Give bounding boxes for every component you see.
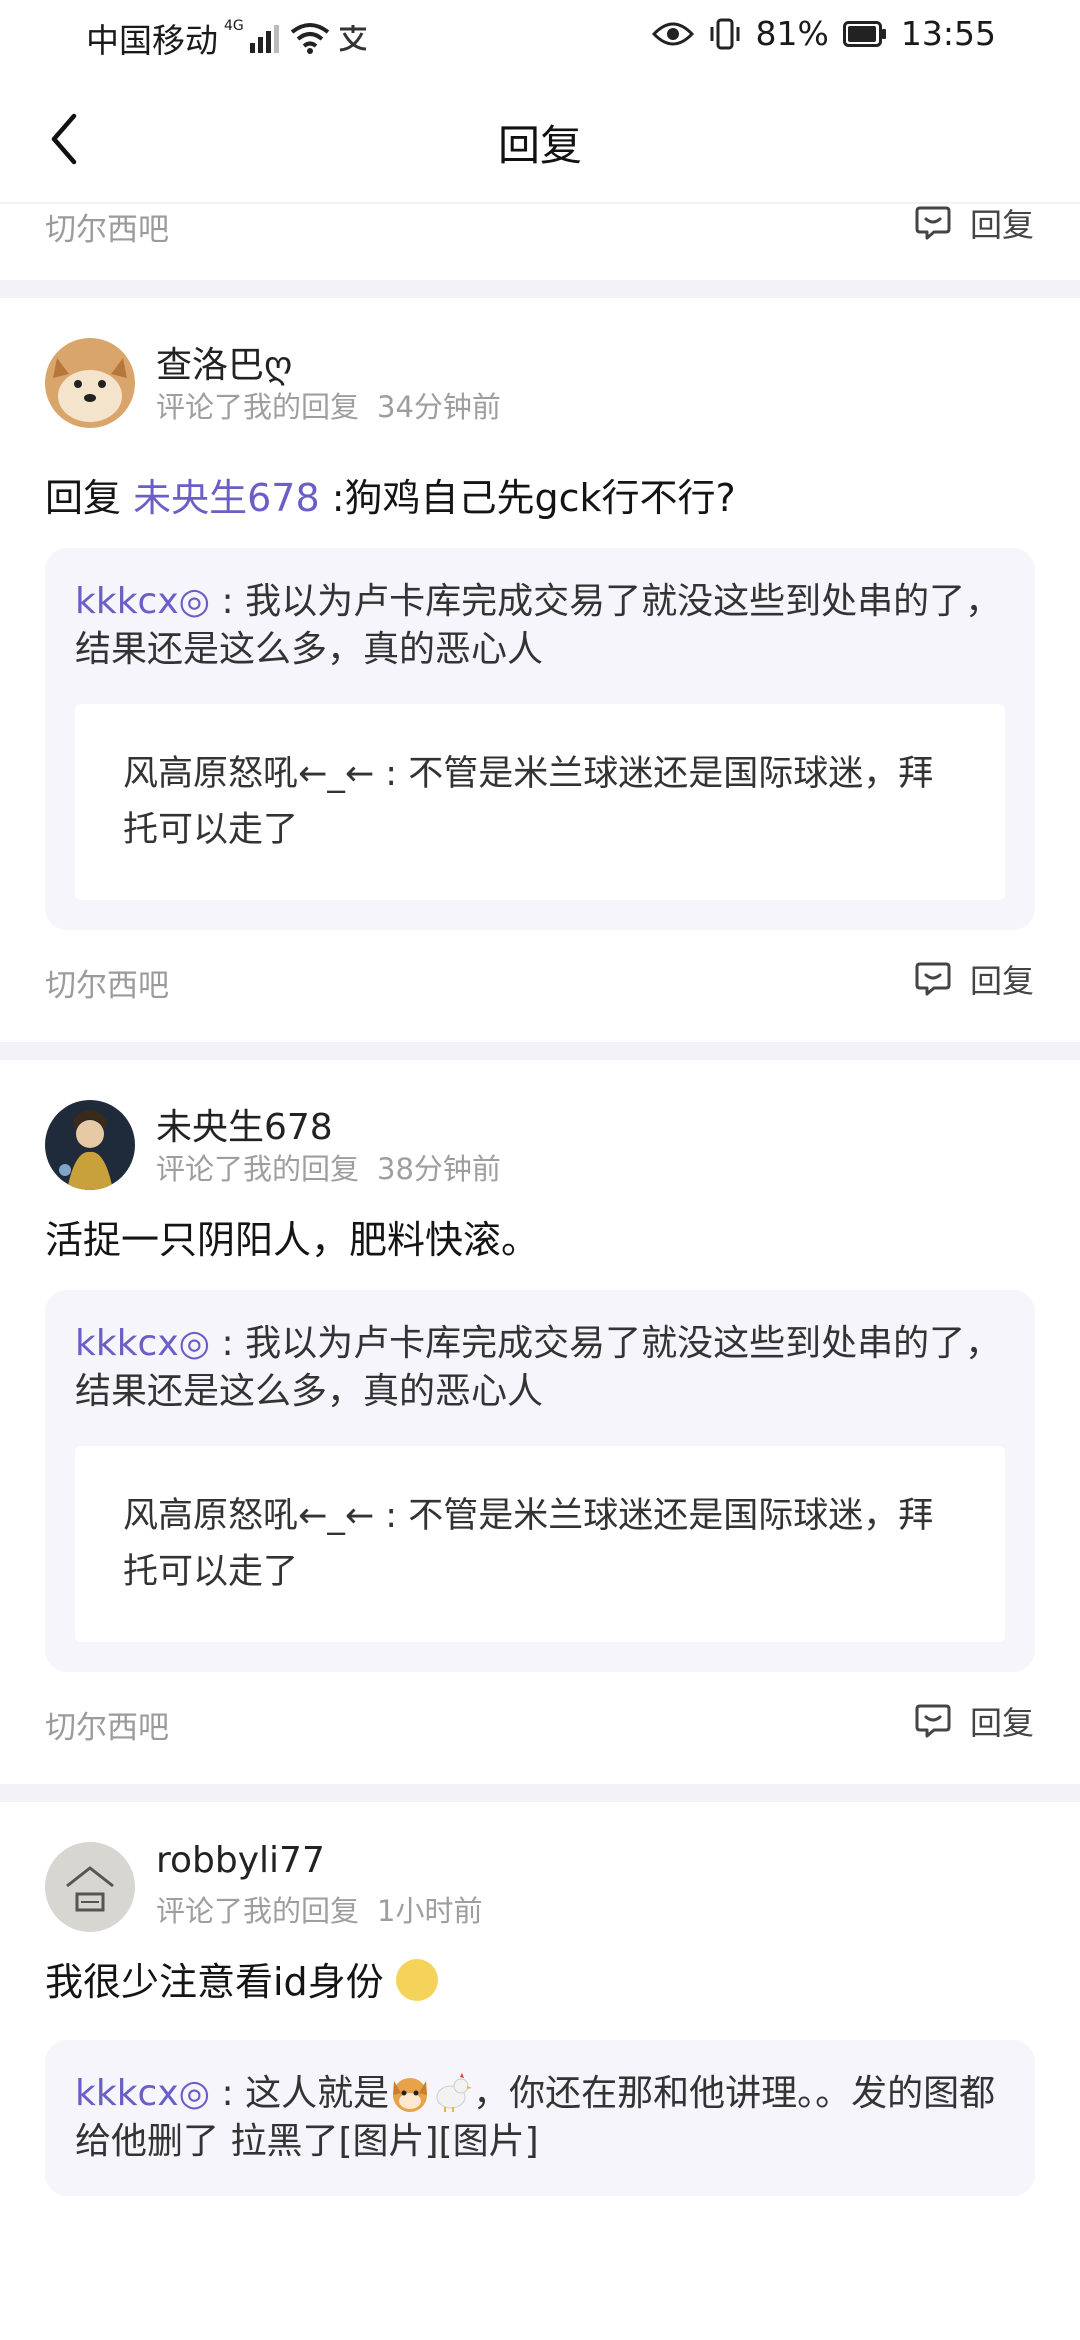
forum-link[interactable]: 切尔西吧: [45, 1702, 169, 1747]
post-footer: 切尔西吧 回复: [0, 930, 1080, 1042]
post-meta: 评论了我的回复 1小时前: [156, 1888, 482, 1930]
divider: [0, 1784, 1080, 1802]
timestamp: 38分钟前: [377, 1152, 501, 1186]
dog-emoji-icon: [393, 2078, 428, 2112]
nav-bar: 回复: [0, 74, 1080, 204]
battery-percent: 81%: [755, 14, 829, 53]
reply-item[interactable]: robbyli77 评论了我的回复 1小时前 我很少注意看id身份 kkkcx◎…: [0, 1802, 1080, 2196]
reply-item[interactable]: 未央生678 评论了我的回复 38分钟前 活捉一只阴阳人，肥料快滚。 kkkcx…: [0, 1060, 1080, 1784]
divider: [0, 1042, 1080, 1060]
avatar[interactable]: [45, 1100, 135, 1190]
username[interactable]: robbyli77: [156, 1840, 325, 1881]
reply-label: 回复: [969, 206, 1034, 244]
action-text: 评论了我的回复: [156, 1894, 360, 1928]
quoted-text: : 我以为卢卡库完成交易了就没这些到处串的了，结果还是这么多，真的恶心人: [75, 581, 1002, 670]
reply-text: :狗鸡自己先gck行不行?: [319, 476, 736, 520]
forum-link[interactable]: 切尔西吧: [45, 960, 169, 1005]
clock: 13:55: [900, 14, 996, 53]
comment-icon: [915, 1704, 951, 1738]
post-footer: 切尔西吧 回复: [0, 1672, 1080, 1784]
reply-button[interactable]: 回复: [914, 1698, 1034, 1744]
reply-feed[interactable]: 切尔西吧 回复 查洛巴ღ 评论了我的回复 34分钟前 回复 未央生678:狗鸡…: [0, 204, 1080, 2196]
forum-link[interactable]: 切尔西吧: [45, 204, 169, 249]
signal-icon: [249, 25, 279, 53]
quoted-comment[interactable]: kkkcx◎ : 我以为卢卡库完成交易了就没这些到处串的了，结果还是这么多，真的…: [45, 548, 1035, 930]
quoted-comment-text: kkkcx◎ : 我以为卢卡库完成交易了就没这些到处串的了，结果还是这么多，真的…: [75, 1320, 1005, 1416]
quoted-text: : 这人就是: [210, 2073, 390, 2114]
quoted-comment[interactable]: kkkcx◎ : 我以为卢卡库完成交易了就没这些到处串的了，结果还是这么多，真的…: [45, 1290, 1035, 1672]
post-meta: 评论了我的回复 38分钟前: [156, 1146, 501, 1188]
reply-button[interactable]: 回复: [914, 200, 1034, 246]
thinking-emoji-icon: [395, 1959, 438, 2001]
chicken-emoji-icon: [436, 2073, 473, 2112]
reply-label: 回复: [969, 962, 1034, 1000]
quoted-comment-text: kkkcx◎ : 我以为卢卡库完成交易了就没这些到处串的了，结果还是这么多，真的…: [75, 578, 1005, 674]
character-avatar-icon: [45, 1100, 135, 1190]
battery-icon: [842, 20, 886, 47]
avatar[interactable]: [45, 1842, 135, 1932]
vibrate-icon: [710, 18, 740, 49]
username[interactable]: 查洛巴ღ: [156, 336, 292, 388]
divider: [0, 280, 1080, 298]
drawing-avatar-icon: [45, 1842, 135, 1932]
quoted-text: : 我以为卢卡库完成交易了就没这些到处串的了，结果还是这么多，真的恶心人: [75, 1323, 1002, 1412]
shiba-avatar-icon: [45, 338, 135, 428]
post-meta: 评论了我的回复 34分钟前: [156, 384, 501, 426]
carrier-name: 中国移动: [86, 21, 218, 60]
quoted-username[interactable]: kkkcx◎: [75, 581, 210, 622]
reply-prefix: 回复: [45, 476, 134, 520]
reply-item[interactable]: 查洛巴ღ 评论了我的回复 34分钟前 回复 未央生678 :狗鸡自己先gck行不…: [0, 298, 1080, 1042]
reply-content: 我很少注意看id身份: [0, 1954, 1080, 2010]
quoted-username[interactable]: kkkcx◎: [75, 2073, 210, 2114]
reply-content: 活捉一只阴阳人，肥料快滚。: [45, 1218, 540, 1262]
quoted-comment[interactable]: kkkcx◎ : 这人就是 ，你还在那和他讲理。。发的图都给他删了 拉黑了[图片…: [45, 2040, 1035, 2196]
original-comment[interactable]: 风高原怒吼←_← : 不管是米兰球迷还是国际球迷，拜托可以走了: [75, 704, 1005, 900]
reply-label: 回复: [969, 1704, 1034, 1742]
timestamp: 1小时前: [377, 1894, 483, 1928]
wifi-icon: [290, 23, 329, 54]
post-footer: 切尔西吧 回复: [0, 204, 1080, 280]
eye-icon: [651, 22, 694, 45]
alipay-icon: [339, 25, 366, 52]
mention-link[interactable]: 未央生678: [133, 476, 320, 520]
action-text: 评论了我的回复: [156, 390, 360, 424]
quoted-username[interactable]: kkkcx◎: [75, 1323, 210, 1364]
page-title: 回复: [497, 121, 582, 170]
network-type: 4G: [224, 18, 244, 34]
avatar[interactable]: [45, 338, 135, 428]
comment-icon: [915, 962, 951, 996]
reply-button[interactable]: 回复: [914, 956, 1034, 1002]
timestamp: 34分钟前: [377, 390, 501, 424]
original-comment[interactable]: 风高原怒吼←_← : 不管是米兰球迷还是国际球迷，拜托可以走了: [75, 1446, 1005, 1642]
comment-icon: [915, 206, 951, 240]
username[interactable]: 未央生678: [156, 1098, 333, 1150]
action-text: 评论了我的回复: [156, 1152, 360, 1186]
reply-text: 我很少注意看id身份: [45, 1960, 384, 2004]
quoted-comment-text: kkkcx◎ : 这人就是 ，你还在那和他讲理。。发的图都给他删了 拉黑了[图片…: [75, 2070, 1005, 2166]
reply-content: 回复 未央生678 :狗鸡自己先gck行不行?: [0, 470, 1080, 526]
status-bar: 中国移动 4G 81% 13:55: [0, 0, 1080, 74]
